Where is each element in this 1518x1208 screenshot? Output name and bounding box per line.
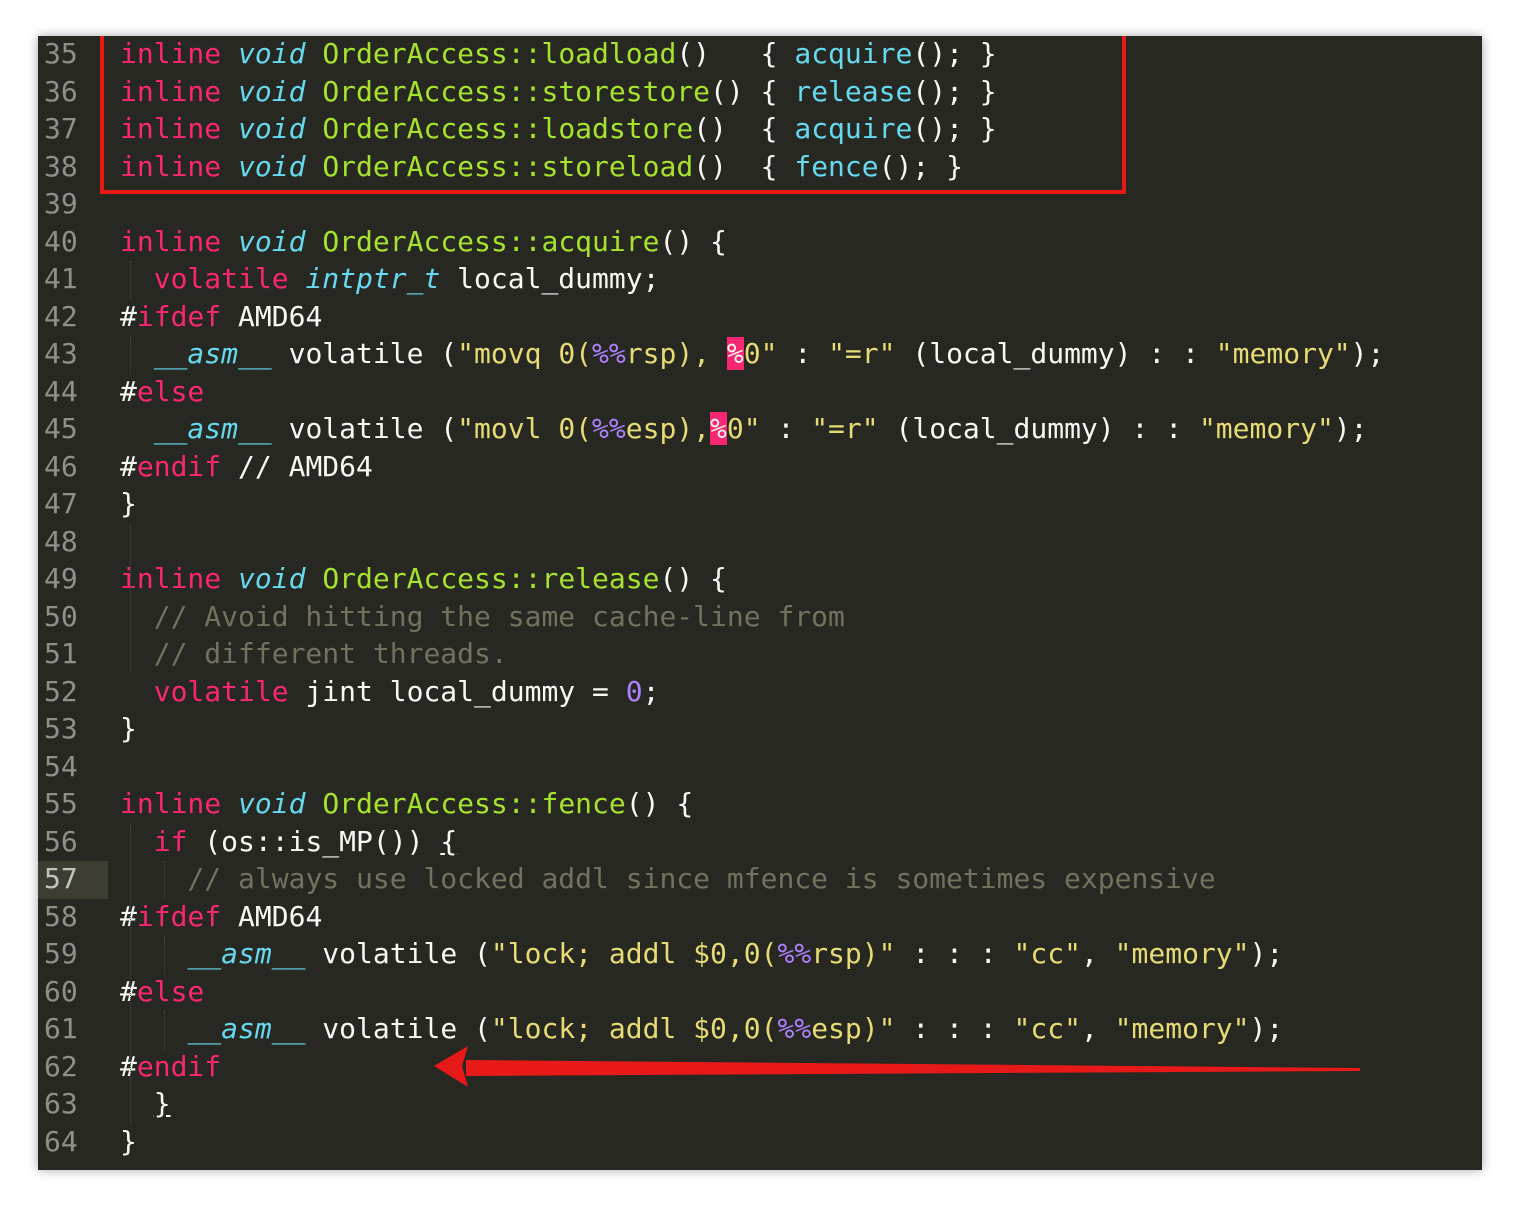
arrow-head (434, 1046, 468, 1087)
annotation-arrow (434, 1046, 1360, 1087)
arrow-shaft (466, 1060, 1360, 1076)
